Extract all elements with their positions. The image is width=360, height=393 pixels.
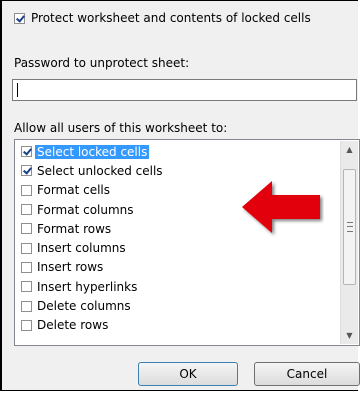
scroll-up-arrow-icon[interactable]: ▲ — [341, 141, 358, 158]
permission-checkbox[interactable] — [21, 319, 32, 331]
permission-item[interactable]: Select locked cells — [17, 142, 339, 161]
permissions-label: Allow all users of this worksheet to: — [14, 121, 228, 135]
permission-checkbox[interactable] — [21, 146, 32, 158]
protect-worksheet-label: Protect worksheet and contents of locked… — [31, 11, 311, 25]
permission-checkbox[interactable] — [21, 184, 32, 196]
permission-item[interactable]: Insert hyperlinks — [17, 277, 339, 296]
password-label: Password to unprotect sheet: — [14, 56, 190, 70]
scrollbar-grip-icon — [347, 222, 353, 232]
permission-checkbox[interactable] — [21, 165, 32, 177]
permission-label: Format rows — [37, 221, 112, 236]
list-scrollbar[interactable]: ▲ ▼ — [340, 141, 358, 344]
permission-label: Insert columns — [37, 241, 126, 256]
permission-label: Select unlocked cells — [37, 163, 163, 178]
text-caret — [17, 83, 18, 97]
permissions-list[interactable]: Select locked cells Select unlocked cells… — [14, 139, 360, 346]
cancel-button[interactable]: Cancel — [254, 362, 360, 386]
red-arrow-icon — [242, 181, 320, 233]
protect-sheet-dialog: Protect worksheet and contents of locked… — [0, 0, 360, 391]
password-input[interactable] — [12, 79, 357, 101]
permission-item[interactable]: Insert rows — [17, 258, 339, 277]
permission-item[interactable]: Delete rows — [17, 316, 339, 335]
permission-checkbox[interactable] — [21, 261, 32, 273]
protect-worksheet-option[interactable]: Protect worksheet and contents of locked… — [14, 9, 311, 27]
permission-checkbox[interactable] — [21, 242, 32, 254]
permission-checkbox[interactable] — [21, 204, 32, 216]
permission-checkbox[interactable] — [21, 223, 32, 235]
permission-label: Insert hyperlinks — [37, 279, 138, 294]
permission-checkbox[interactable] — [21, 300, 32, 312]
permission-label: Delete columns — [37, 299, 131, 314]
permission-label: Format columns — [37, 202, 134, 217]
permissions-items: Select locked cells Select unlocked cells… — [17, 142, 339, 335]
permission-label: Insert rows — [37, 260, 104, 275]
permission-label: Select locked cells — [35, 144, 150, 159]
permission-item[interactable]: Insert columns — [17, 238, 339, 257]
ok-button[interactable]: OK — [138, 362, 238, 386]
protect-worksheet-checkbox[interactable] — [14, 12, 25, 24]
permission-item[interactable]: Delete columns — [17, 296, 339, 315]
permission-checkbox[interactable] — [21, 281, 32, 293]
scroll-down-arrow-icon[interactable]: ▼ — [341, 327, 358, 344]
scrollbar-thumb[interactable] — [343, 169, 356, 285]
permission-label: Format cells — [37, 183, 111, 198]
permission-item[interactable]: Select unlocked cells — [17, 161, 339, 180]
permission-label: Delete rows — [37, 318, 109, 333]
